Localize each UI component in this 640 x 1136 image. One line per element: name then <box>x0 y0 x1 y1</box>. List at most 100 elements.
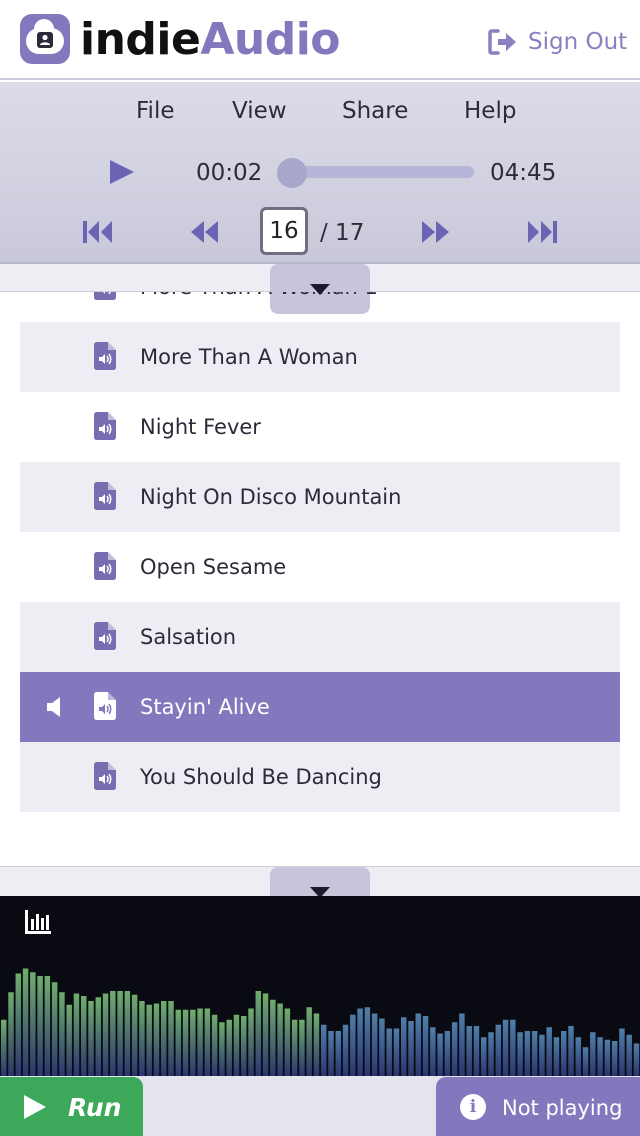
playlist-item[interactable]: More Than A Woman 1 <box>20 292 620 322</box>
visualizer-bar <box>131 994 138 1076</box>
playlist-item[interactable]: Night On Disco Mountain <box>20 462 620 532</box>
visualizer-bar <box>619 1028 625 1076</box>
track-total: / 17 <box>320 220 365 246</box>
visualizer-bar <box>241 1016 247 1076</box>
visualizer-bars <box>1 968 640 1076</box>
logo-text-indie: indie <box>80 14 201 65</box>
visualizer-bar <box>408 1021 414 1076</box>
visualizer-bar <box>379 1018 385 1076</box>
visualizer-bar <box>597 1037 603 1076</box>
visualizer-bar <box>371 1013 378 1076</box>
seek-thumb[interactable] <box>277 158 308 188</box>
visualizer-bar <box>524 1031 531 1076</box>
sign-out-button[interactable]: Sign Out <box>488 24 627 60</box>
visualizer-bar <box>539 1034 545 1076</box>
visualizer-bar <box>277 1003 283 1076</box>
menu-share[interactable]: Share <box>342 98 408 124</box>
visualizer-bar <box>262 993 269 1076</box>
visualizer-bar <box>197 1008 203 1076</box>
track-title: Night Fever <box>140 415 261 439</box>
playlist: More Than A Woman 1 More Than A Woman Nigh… <box>20 292 620 852</box>
sign-out-icon <box>488 29 516 55</box>
visualizer-bar <box>51 982 58 1076</box>
visualizer-bar <box>81 996 87 1076</box>
logo-text-audio: Audio <box>200 14 341 65</box>
visualizer-bar <box>204 1008 211 1076</box>
run-button[interactable]: Run <box>0 1077 143 1136</box>
playlist-item[interactable]: Salsation <box>20 602 620 672</box>
track-title: Open Sesame <box>140 555 287 579</box>
visualizer-bar <box>175 1009 182 1076</box>
playlist-item[interactable]: Open Sesame <box>20 532 620 602</box>
playlist-item[interactable]: Stayin' Alive <box>20 672 620 742</box>
visualizer-bar <box>386 1028 392 1076</box>
skip-to-end-icon[interactable] <box>526 218 558 246</box>
track-title: Night On Disco Mountain <box>140 485 402 509</box>
run-label: Run <box>68 1093 122 1122</box>
audio-file-icon <box>94 482 116 510</box>
visualizer-bar <box>37 976 43 1076</box>
visualizer-bar <box>604 1039 611 1076</box>
fast-forward-icon[interactable] <box>420 218 452 246</box>
visualizer-bar <box>582 1047 589 1076</box>
play-icon[interactable] <box>108 158 136 186</box>
visualizer-bar <box>73 993 80 1076</box>
chart-bar-icon[interactable] <box>24 910 52 934</box>
visualizer-bar <box>466 1026 472 1076</box>
visualizer-bar <box>415 1013 422 1076</box>
visualizer-bar <box>95 997 102 1076</box>
playlist-item[interactable]: You Should Be Dancing <box>20 742 620 812</box>
visualizer-bar <box>102 993 109 1076</box>
visualizer-bar <box>430 1027 436 1076</box>
visualizer-bar <box>284 1008 291 1076</box>
visualizer-bar <box>15 973 22 1076</box>
visualizer-bar <box>488 1032 494 1076</box>
track-number-input[interactable]: 16 <box>260 207 308 255</box>
menu-view[interactable]: View <box>232 98 287 124</box>
playlist-item[interactable]: More Than A Woman <box>20 322 620 392</box>
visualizer-bar <box>531 1031 538 1076</box>
visualizer-bar <box>350 1014 356 1076</box>
visualizer-bar <box>393 1028 400 1076</box>
app-logo: indieAudio <box>80 10 341 70</box>
visualizer-bar <box>22 968 29 1076</box>
visualizer-bar <box>146 1004 152 1076</box>
visualizer-bar <box>328 1031 334 1076</box>
visualizer-bar <box>502 1019 509 1076</box>
visualizer-bar <box>117 991 123 1076</box>
visualizer-bar <box>190 1009 196 1076</box>
visualizer-bar <box>437 1033 443 1076</box>
visualizer-bar <box>510 1019 516 1076</box>
audio-file-icon <box>94 412 116 440</box>
menu-file[interactable]: File <box>136 98 175 124</box>
audio-file-icon <box>94 552 116 580</box>
visualizer-bar <box>568 1026 574 1076</box>
status-button[interactable]: i Not playing <box>436 1077 640 1136</box>
menu-help[interactable]: Help <box>464 98 516 124</box>
visualizer-bar <box>219 1022 225 1076</box>
visualizer-bar <box>575 1037 582 1076</box>
visualizer-bar <box>633 1043 640 1076</box>
visualizer-bar <box>422 1016 429 1076</box>
visualizer-bar <box>161 1001 167 1076</box>
visualizer-bar <box>451 1022 458 1076</box>
visualizer-bar <box>495 1024 502 1076</box>
visualizer-bar <box>517 1032 523 1076</box>
seek-bar[interactable] <box>278 166 474 178</box>
rewind-icon[interactable] <box>188 218 220 246</box>
play-icon <box>24 1095 46 1119</box>
visualizer-bar <box>255 991 262 1076</box>
visualizer-bar <box>561 1031 567 1076</box>
track-title: You Should Be Dancing <box>140 765 382 789</box>
visualizer-bar <box>233 1014 240 1076</box>
visualizer-bar <box>110 991 116 1076</box>
sign-out-label: Sign Out <box>528 29 628 55</box>
skip-to-start-icon[interactable] <box>82 218 114 246</box>
audio-file-icon <box>94 692 116 720</box>
playlist-item[interactable]: Night Fever <box>20 392 620 462</box>
visualizer-bar <box>1 1019 7 1076</box>
audio-file-icon <box>94 622 116 650</box>
visualizer-bar <box>546 1027 552 1076</box>
visualizer-bar <box>66 1004 72 1076</box>
visualizer-bar <box>139 1001 145 1076</box>
